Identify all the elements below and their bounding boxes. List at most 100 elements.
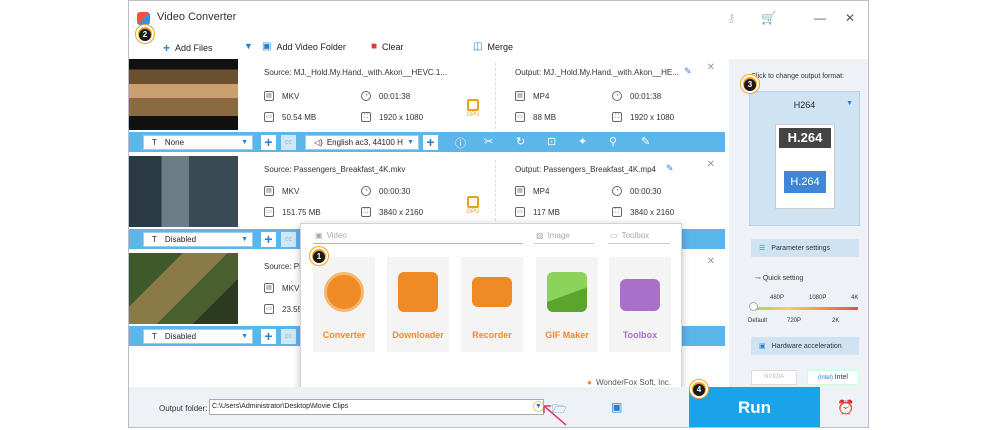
list-item[interactable]: Source: MJ._Hold.My.Hand._with.Akon__HEV… xyxy=(129,59,725,155)
toolbox-tile[interactable]: Toolbox xyxy=(609,257,671,352)
out-format: ▤ MP4 xyxy=(515,186,549,196)
effects-icon[interactable]: ✦ xyxy=(578,135,587,148)
format-icon: ▤ xyxy=(264,186,274,196)
src-format: ▤ MKV xyxy=(264,283,299,293)
gif-maker-tile[interactable]: GIF Maker xyxy=(536,257,598,352)
edit-icon[interactable]: ✎ xyxy=(641,135,650,148)
slider-label: 2K xyxy=(832,318,840,324)
scissors-icon[interactable]: ✂ xyxy=(484,135,493,148)
src-resolution: ⛶ 1920 x 1080 xyxy=(361,112,423,122)
nvidia-button[interactable]: NVIDIA xyxy=(751,370,797,385)
quality-slider[interactable] xyxy=(754,307,858,310)
gpu-icon: GPU xyxy=(462,99,484,123)
source-name: Source: Passengers_Breakfast_4K.mkv xyxy=(264,165,406,174)
tab-underline xyxy=(534,243,594,244)
bottom-bar: Output folder: C:\Users\Administrator\De… xyxy=(129,387,868,427)
format-name: H264 xyxy=(793,100,816,110)
tab-underline xyxy=(608,243,670,244)
close-window-icon[interactable]: ✕ xyxy=(845,11,855,25)
speaker-icon: ◁) xyxy=(314,138,323,147)
source-name: Source: MJ._Hold.My.Hand._with.Akon__HEV… xyxy=(264,68,448,77)
annotation-arrow xyxy=(543,405,567,426)
crop-icon[interactable]: ⊡ xyxy=(547,135,556,148)
subtitle-select[interactable]: T None ▼ xyxy=(143,135,253,150)
file-icon: ▭ xyxy=(515,207,525,217)
add-subtitle-button[interactable]: + xyxy=(261,232,276,247)
parameter-settings-button[interactable]: ☰ Parameter settings xyxy=(751,239,859,257)
app-window: Video Converter ⚷ 🛒 — ✕ + Add Files ▼ ▣ … xyxy=(128,0,869,428)
src-size: ▭ 50.54 MB xyxy=(264,112,316,122)
format-icon: ▤ xyxy=(264,283,274,293)
plus-icon: + xyxy=(163,41,171,55)
alarm-clock-icon[interactable]: ⏰ xyxy=(837,399,854,416)
run-button[interactable]: Run xyxy=(689,387,820,427)
remove-item-icon[interactable]: ✕ xyxy=(707,256,715,267)
chevron-down-icon: ▼ xyxy=(241,333,248,340)
add-files-button[interactable]: + Add Files xyxy=(163,41,213,55)
slider-label: 720P xyxy=(787,318,802,324)
text-icon: T xyxy=(152,235,157,244)
file-icon: ▭ xyxy=(264,207,274,217)
cart-icon[interactable]: 🛒 xyxy=(761,11,776,25)
resolution-icon: ⛶ xyxy=(612,112,622,122)
add-subtitle-button[interactable]: + xyxy=(261,329,276,344)
output-preview-icon[interactable]: ▣ xyxy=(611,400,622,414)
slider-label: 1080P xyxy=(809,295,827,301)
rotate-icon[interactable]: ↻ xyxy=(516,135,525,148)
hardware-acceleration-button[interactable]: ▣ Hardware acceleration xyxy=(751,337,859,355)
divider xyxy=(495,63,496,129)
source-name: Source: PE xyxy=(264,262,305,271)
slider-handle[interactable] xyxy=(749,302,758,311)
chip-icon: ▣ xyxy=(759,343,766,350)
converter-tile[interactable]: Converter xyxy=(313,257,375,352)
add-video-folder-button[interactable]: ▣ Add Video Folder xyxy=(262,41,346,52)
out-duration: ◔ 00:00:30 xyxy=(612,186,661,196)
text-icon: T xyxy=(152,332,157,341)
add-subtitle-button[interactable]: + xyxy=(261,135,276,150)
src-duration: ◔ 00:01:38 xyxy=(361,91,410,101)
tab-image[interactable]: ▨ Image xyxy=(536,231,570,240)
text-icon: T xyxy=(152,138,157,147)
info-icon[interactable]: ⓘ xyxy=(455,135,466,151)
edit-name-icon[interactable]: ✎ xyxy=(666,163,674,174)
slider-label: 4K xyxy=(851,295,859,301)
subtitle-select[interactable]: T Disabled ▼ xyxy=(143,232,253,247)
output-folder-label: Output folder: xyxy=(159,404,208,413)
intel-logo-icon: (intel) xyxy=(818,375,835,381)
add-files-dropdown-icon[interactable]: ▼ xyxy=(244,41,253,51)
tab-toolbox[interactable]: ▭ Toolbox xyxy=(610,231,649,240)
remove-item-icon[interactable]: ✕ xyxy=(707,159,715,170)
downloader-tile[interactable]: Downloader xyxy=(387,257,449,352)
tab-video[interactable]: ▣ Video xyxy=(315,231,347,240)
cc-icon[interactable]: cc xyxy=(281,329,296,344)
format-icon: ▤ xyxy=(264,91,274,101)
format-selector[interactable]: H264 ▼ H.264 H.264 xyxy=(749,91,860,226)
video-thumbnail xyxy=(129,59,238,130)
intel-button[interactable]: (intel) Intel xyxy=(807,370,859,385)
src-size: ▭ 151.75 MB xyxy=(264,207,321,217)
output-name: Output: Passengers_Breakfast_4K.mp4 xyxy=(515,165,656,174)
audio-select[interactable]: ◁) English ac3, 44100 H ▼ xyxy=(305,135,419,150)
clock-icon: ◔ xyxy=(612,186,622,196)
annotation-badge: 1 xyxy=(310,247,328,265)
output-folder-input[interactable]: C:\Users\Administrator\Desktop\Movie Cli… xyxy=(209,399,544,415)
edit-name-icon[interactable]: ✎ xyxy=(684,66,692,77)
cc-icon[interactable]: cc xyxy=(281,135,296,150)
cc-icon[interactable]: cc xyxy=(281,232,296,247)
clear-button[interactable]: ■ Clear xyxy=(371,41,404,52)
subtitle-select[interactable]: T Disabled ▼ xyxy=(143,329,253,344)
add-audio-button[interactable]: + xyxy=(423,135,438,150)
minimize-icon[interactable]: — xyxy=(814,11,826,25)
watermark-icon[interactable]: ⚲ xyxy=(609,135,617,148)
video-icon: ▣ xyxy=(315,231,323,240)
format-icon: ▤ xyxy=(515,91,525,101)
key-icon[interactable]: ⚷ xyxy=(727,11,736,25)
recorder-tile[interactable]: Recorder xyxy=(461,257,523,352)
out-resolution: ⛶ 3840 x 2160 xyxy=(612,207,674,217)
remove-item-icon[interactable]: ✕ xyxy=(707,62,715,73)
merge-button[interactable]: ◫ Merge xyxy=(473,41,513,52)
clock-icon: ◔ xyxy=(612,91,622,101)
out-size: ▭ 117 MB xyxy=(515,207,560,217)
gpu-icon: GPU xyxy=(462,196,484,220)
out-format: ▤ MP4 xyxy=(515,91,549,101)
